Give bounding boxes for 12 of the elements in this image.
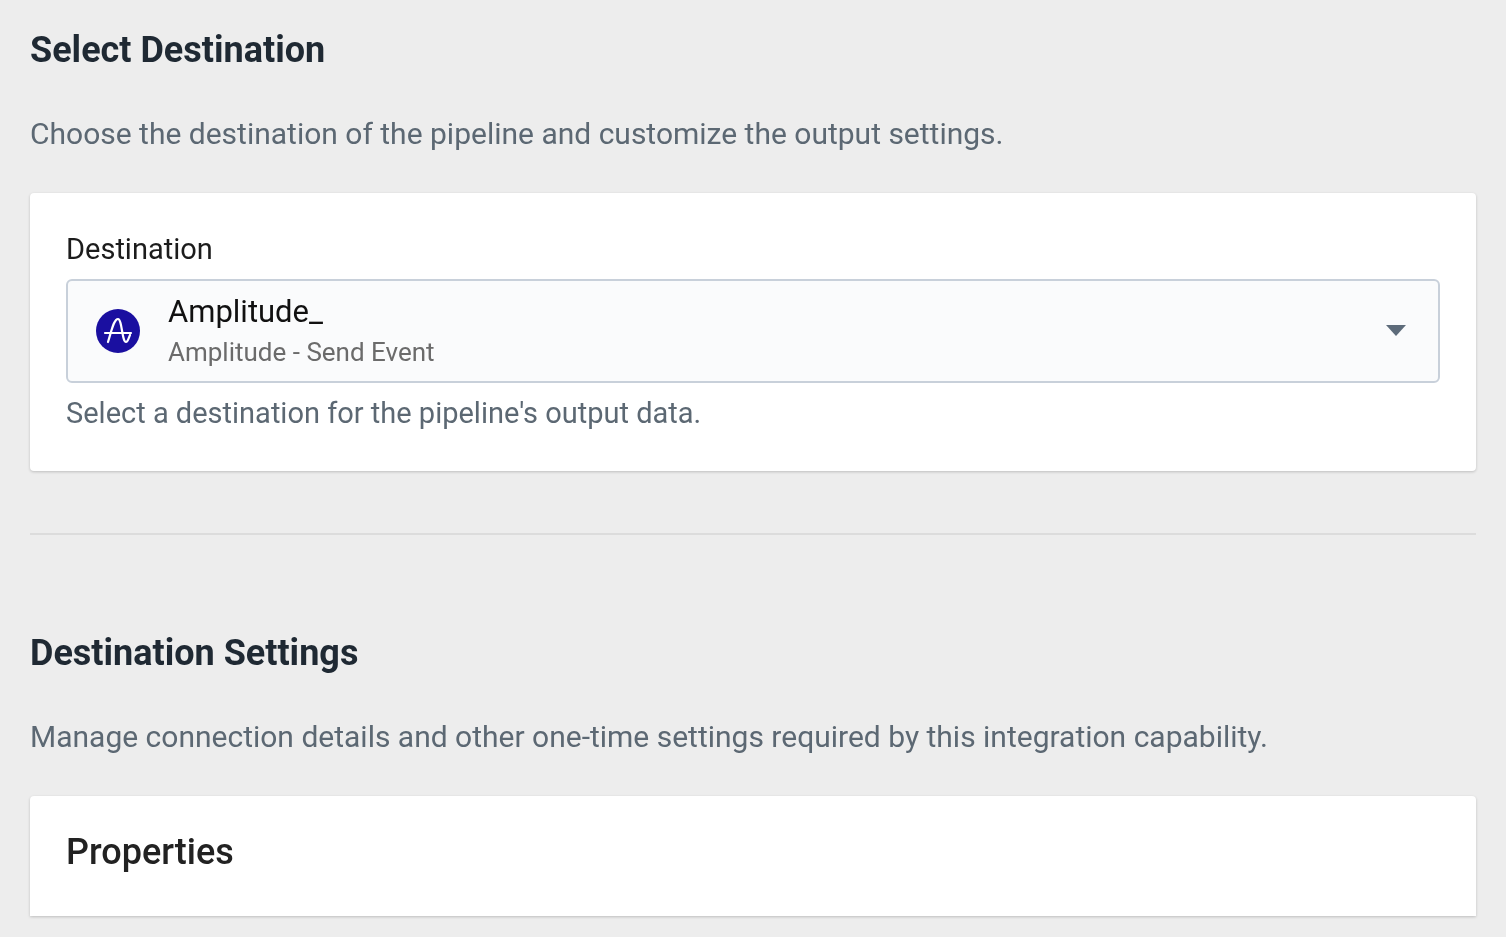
caret-icon [1386, 325, 1406, 337]
field-label: Destination [66, 230, 214, 267]
help-text: Select a destination for the pipeline's output data. [66, 394, 703, 431]
selected-value: Amplitude_ [168, 293, 325, 332]
selected-subvalue: Amplitude - Send Event [168, 335, 436, 369]
waveform-logo-icon [96, 308, 140, 353]
section-title: Destination Settings [30, 631, 360, 676]
section-title: Select Destination [30, 28, 327, 73]
section-description: Manage connection details and other one-time settings required by this integration capability. [30, 718, 1269, 756]
card-title: Properties [66, 829, 235, 875]
destination-select[interactable]: Amplitude_ Amplitude - Send Event [66, 278, 1440, 383]
section-description: Choose the destination of the pipeline and customize the output settings. [30, 115, 1005, 153]
